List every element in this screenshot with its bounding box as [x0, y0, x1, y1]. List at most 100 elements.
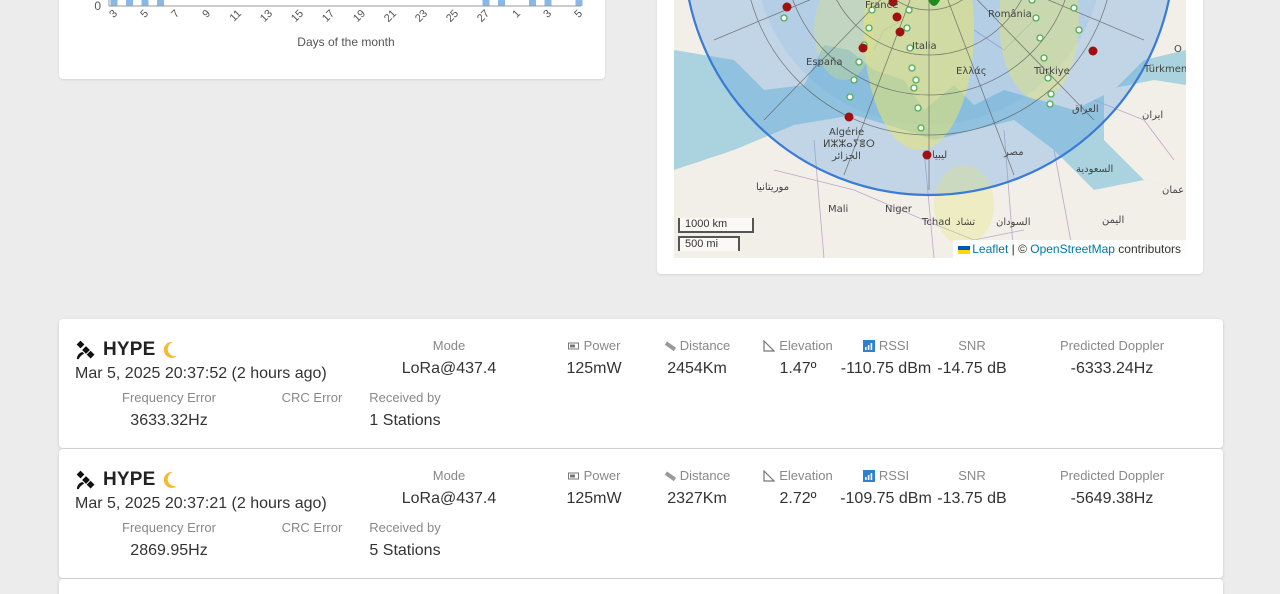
- chart-bar[interactable]: [141, 0, 149, 6]
- x-tick-label: 17: [320, 8, 337, 25]
- power-label-wrap: Power: [549, 338, 639, 353]
- packet-card[interactable]: HYPE Mar 5, 2025 20:37:52 (2 hours ago) …: [59, 319, 1223, 448]
- mode-value: LoRa@437.4: [401, 360, 497, 377]
- snr-value: -14.75 dB: [937, 360, 1007, 377]
- satellite-name[interactable]: HYPE: [103, 339, 156, 361]
- doppler-value: -5649.38Hz: [1070, 490, 1154, 507]
- map-label-espana: España: [806, 57, 843, 68]
- x-axis-title: Days of the month: [297, 35, 394, 49]
- distance-field: Distance 2454Km: [647, 338, 747, 378]
- crc-error-field: CRC Error: [267, 390, 357, 412]
- leaflet-link[interactable]: Leaflet: [972, 242, 1008, 256]
- elevation-label: Elevation: [779, 468, 833, 483]
- received-by-label: Received by: [369, 520, 441, 535]
- doppler-label: Predicted Doppler: [1059, 468, 1165, 483]
- chart-bar[interactable]: [575, 0, 583, 6]
- satellite-name[interactable]: HYPE: [103, 469, 156, 491]
- map-attribution: Leaflet | © OpenStreetMap contributors: [953, 240, 1186, 258]
- packet-card[interactable]: HYPE Mar 5, 2025 20:37:21 (2 hours ago) …: [59, 449, 1223, 578]
- distance-label-wrap: Distance: [647, 468, 747, 483]
- map-label-algerie-tif: ⵍⵣⵣⴰⵢⴻⵔ: [823, 139, 875, 150]
- power-field: Power 125mW: [549, 338, 639, 378]
- power-label-wrap: Power: [549, 468, 639, 483]
- map-label-o: O: [1174, 44, 1182, 55]
- received-by-value[interactable]: 1 Stations: [360, 412, 450, 430]
- mode-label: Mode: [432, 338, 466, 353]
- distance-field: Distance 2327Km: [647, 468, 747, 508]
- frequency-error-field: Frequency Error 3633.32Hz: [109, 390, 229, 430]
- chart-bar[interactable]: [498, 0, 505, 6]
- signal-bars-icon: [862, 339, 875, 352]
- map-label-oman: عمان: [1162, 185, 1185, 196]
- distance-value: 2327Km: [667, 490, 727, 507]
- x-tick-label: 3: [541, 8, 554, 21]
- frequency-error-label: Frequency Error: [122, 390, 216, 405]
- ruler-icon: [664, 340, 676, 351]
- satellite-icon: [76, 340, 95, 360]
- distance-value: 2454Km: [667, 360, 727, 377]
- map-label-tchad-ar: تشاد: [956, 217, 976, 228]
- ground-track-map[interactable]: France România Italia España Ελλάς Türki…: [674, 0, 1186, 258]
- openstreetmap-link[interactable]: OpenStreetMap: [1030, 242, 1115, 256]
- map-scale-mi: 500 mi: [678, 236, 740, 251]
- map-label-mali: Mali: [828, 204, 849, 215]
- doppler-label: Predicted Doppler: [1059, 338, 1165, 353]
- packet-timestamp: Mar 5, 2025 20:37:52 (2 hours ago): [75, 365, 327, 382]
- map-label-turkmen: Türkmen: [1144, 64, 1186, 75]
- chart-bar[interactable]: [482, 0, 490, 6]
- x-tick-label: 3: [107, 8, 120, 21]
- snr-label: SNR: [958, 338, 986, 353]
- battery-icon: [567, 342, 579, 349]
- x-tick-label: 23: [413, 8, 430, 25]
- battery-icon: [567, 472, 579, 479]
- x-tick-label: 1: [510, 8, 523, 21]
- rssi-label: RSSI: [878, 338, 910, 353]
- snr-field: SNR -14.75 dB: [927, 338, 1017, 378]
- distance-label: Distance: [679, 468, 731, 483]
- mode-value: LoRa@437.4: [401, 490, 497, 507]
- x-tick-label: 19: [351, 8, 368, 25]
- rssi-label: RSSI: [878, 468, 910, 483]
- ukraine-flag-icon: [958, 245, 971, 254]
- map-label-romania: România: [988, 9, 1032, 20]
- x-tick-label: 27: [475, 8, 492, 25]
- x-tick-label: 11: [228, 8, 245, 25]
- chart-bar[interactable]: [544, 0, 552, 6]
- chart-bar[interactable]: [110, 0, 118, 6]
- frequency-error-value: 2869.95Hz: [130, 542, 208, 559]
- elevation-label: Elevation: [779, 338, 833, 353]
- map-label-yemen: اليمن: [1102, 215, 1125, 226]
- power-value: 125mW: [566, 360, 622, 377]
- received-by-value[interactable]: 5 Stations: [360, 542, 450, 560]
- map-label-ellas: Ελλάς: [956, 66, 987, 77]
- received-by-field: Received by 1 Stations: [360, 390, 450, 430]
- map-label-france: France: [865, 0, 899, 11]
- map-label-niger: Niger: [885, 204, 912, 215]
- crc-error-field: CRC Error: [267, 520, 357, 542]
- x-tick-label: 7: [169, 8, 182, 21]
- frequency-error-value: 3633.32Hz: [130, 412, 208, 429]
- map-label-turkiye: Türkiye: [1034, 66, 1070, 77]
- power-label: Power: [583, 468, 621, 483]
- chart-bar[interactable]: [157, 0, 164, 6]
- angle-icon: [763, 469, 776, 482]
- x-tick-label: 5: [572, 8, 585, 21]
- attribution-separator: | ©: [1008, 242, 1031, 256]
- ruler-icon: [664, 470, 676, 481]
- power-field: Power 125mW: [549, 468, 639, 508]
- chart-bar[interactable]: [529, 0, 536, 6]
- doppler-value: -6333.24Hz: [1070, 360, 1154, 377]
- map-label-iraq: العراق: [1072, 104, 1099, 115]
- x-tick-label: 21: [382, 8, 399, 25]
- map-card: France România Italia España Ελλάς Türki…: [657, 0, 1203, 274]
- signal-bars-icon: [862, 469, 875, 482]
- map-label-algerie: Algérie: [829, 127, 865, 138]
- chart-bar[interactable]: [126, 0, 133, 6]
- frequency-error-label: Frequency Error: [122, 520, 216, 535]
- mode-field: Mode LoRa@437.4: [349, 338, 549, 378]
- packet-card-partial[interactable]: [59, 579, 1223, 594]
- power-label: Power: [583, 338, 621, 353]
- satellite-header: HYPE: [75, 469, 179, 491]
- packets-per-day-chart: 0 3 5 7 9 11 13 15 17 19 21 23 25 27 1 3 5 Days of the …: [94, 0, 585, 49]
- snr-field: SNR -13.75 dB: [927, 468, 1017, 508]
